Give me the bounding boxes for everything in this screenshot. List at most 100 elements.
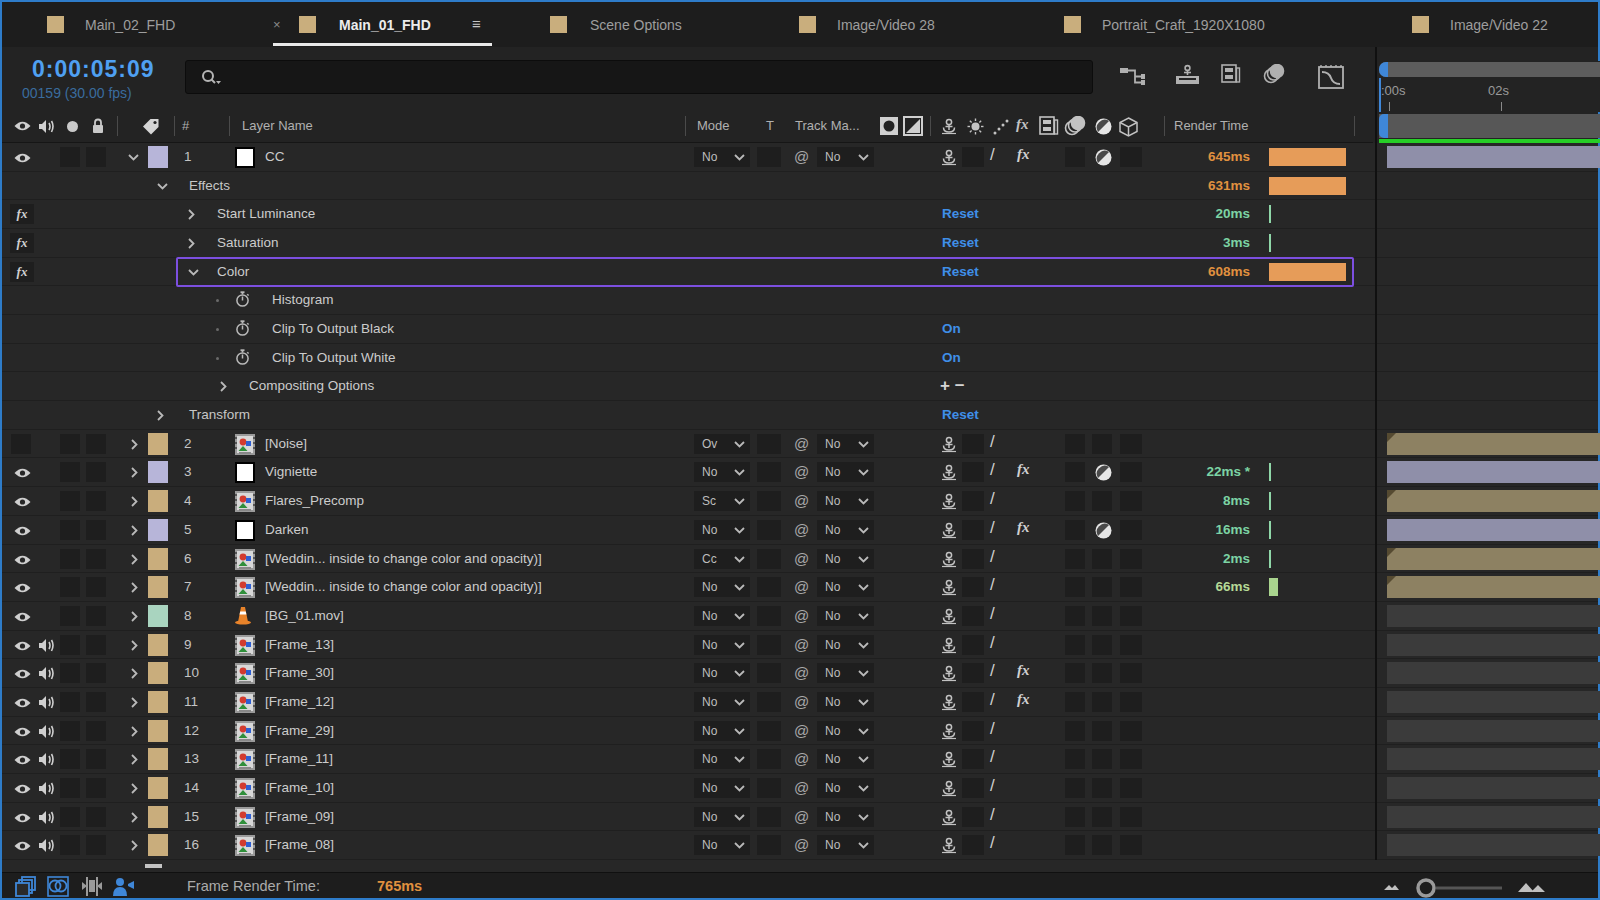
shy-icon[interactable] [940,693,958,711]
quality-switch[interactable]: / [990,547,995,567]
chevron-down-icon[interactable] [858,814,869,821]
chevron-right-icon[interactable] [188,238,195,249]
eye-icon[interactable] [13,726,32,738]
stopwatch[interactable] [235,320,250,337]
layer-duration-bar[interactable] [1387,519,1600,541]
eye-icon[interactable] [13,467,32,479]
mode-dropdown[interactable]: No [694,835,750,855]
shy-switch[interactable] [940,750,958,768]
stopwatch[interactable] [235,349,250,366]
track-matte-dropdown[interactable]: No [817,434,874,454]
playhead[interactable] [1379,78,1381,112]
chevron-right-icon[interactable] [131,611,138,622]
layer-row[interactable]: 9 [Frame_13]No@No/ [2,631,1598,660]
label-color-swatch[interactable] [148,433,168,455]
column-track-matte[interactable]: Track Ma... [795,118,860,133]
track-matte-dropdown[interactable]: No [817,606,874,626]
chevron-down-icon[interactable] [734,642,745,649]
layer-duration-bar[interactable] [1387,146,1600,168]
chevron-down-icon[interactable] [858,469,869,476]
track-matte-pickwhip-icon[interactable]: @ [794,722,809,739]
solo-header-icon[interactable] [966,117,985,136]
shy-switch[interactable] [940,607,958,625]
chevron-right-icon[interactable] [131,496,138,507]
shy-switch[interactable] [940,463,958,481]
quality-switch[interactable]: / [990,776,995,796]
layer-row[interactable]: 10 [Frame_30]No@No/fx [2,659,1598,688]
shy-switch[interactable] [940,550,958,568]
label-color-swatch[interactable] [148,662,168,684]
shy-switch[interactable] [940,808,958,826]
mask-icon[interactable] [879,116,899,136]
shy-icon[interactable] [940,463,958,481]
layer-row[interactable]: 1CCNo@No/fx645ms [2,143,1598,172]
adjustment-switch[interactable] [1094,463,1113,482]
label-color-swatch[interactable] [148,691,168,713]
shy-switch[interactable] [940,492,958,510]
mode-dropdown[interactable]: No [694,635,750,655]
label-color-swatch[interactable] [148,806,168,828]
chevron-down-icon[interactable] [734,756,745,763]
track-matte-dropdown[interactable]: No [817,721,874,741]
time-navigator[interactable] [1379,61,1600,78]
shy-switch[interactable] [940,836,958,854]
solo-icon[interactable] [67,121,78,132]
chevron-down-icon[interactable] [734,785,745,792]
layer-row[interactable]: 11 [Frame_12]No@No/fx [2,688,1598,717]
track-matte-pickwhip-icon[interactable]: @ [794,836,809,853]
motion-blur-icon[interactable] [1064,116,1088,137]
mode-dropdown[interactable]: No [694,577,750,597]
property-row[interactable]: Clip To Output WhiteOn [2,344,1598,373]
work-area-bar[interactable] [1379,114,1600,138]
adjustment-layer-icon[interactable] [1094,148,1113,167]
group-row[interactable]: Effects631ms [2,172,1598,201]
track-matte-dropdown[interactable]: No [817,749,874,769]
track-matte-pickwhip-icon[interactable]: @ [794,607,809,624]
adjustment-layer-icon[interactable] [1094,117,1113,136]
tab-0[interactable]: Main_02_FHD [85,17,175,33]
layer-row[interactable]: 16 [Frame_08]No@No/ [2,831,1598,860]
eye-icon[interactable] [13,840,32,852]
in-out-panel-icon[interactable] [81,875,103,898]
layer-row[interactable]: 3VignietteNo@No/fx22ms * [2,458,1598,487]
compositing-add-remove[interactable]: + − [940,376,965,396]
track-matte-dropdown[interactable]: No [817,635,874,655]
shy-switch[interactable] [940,779,958,797]
chevron-down-icon[interactable] [128,154,139,161]
shy-switch[interactable] [940,435,958,453]
property-row[interactable]: Clip To Output BlackOn [2,315,1598,344]
layer-row[interactable]: 15 [Frame_09]No@No/ [2,803,1598,832]
chevron-down-icon[interactable] [858,498,869,505]
mode-dropdown[interactable]: Cc [694,549,750,569]
frame-blend-icon[interactable] [1038,116,1059,137]
chevron-down-icon[interactable] [734,556,745,563]
mode-dropdown[interactable]: No [694,520,750,540]
layer-row[interactable]: 8 [BG_01.mov]No@No/ [2,602,1598,631]
track-matte-pickwhip-icon[interactable]: @ [794,693,809,710]
quality-switch[interactable]: / [990,833,995,853]
eye-icon[interactable] [13,152,32,164]
frame-blend-icon[interactable] [1220,64,1241,85]
eye-icon[interactable] [13,697,32,709]
property-value[interactable]: Reset [942,206,979,221]
track-matte-pickwhip-icon[interactable]: @ [794,463,809,480]
tab-2[interactable]: Scene Options [590,17,682,33]
quality-switch[interactable]: / [990,489,995,509]
adjustment-layer-icon[interactable] [1094,463,1113,482]
layer-duration-bar[interactable] [1387,834,1600,856]
mode-dropdown[interactable]: No [694,721,750,741]
av-features-icon[interactable] [110,875,136,898]
track-matte-pickwhip-icon[interactable]: @ [794,779,809,796]
effect-row[interactable]: fxStart LuminanceReset20ms [2,200,1598,229]
group-row[interactable]: TransformReset [2,401,1598,430]
quality-switch[interactable]: / [990,432,995,452]
layer-duration-bar[interactable] [1387,548,1600,570]
property-value[interactable]: On [942,350,961,365]
layer-duration-bar[interactable] [1387,490,1600,512]
chevron-right-icon[interactable] [131,840,138,851]
chevron-down-icon[interactable] [734,670,745,677]
chevron-down-icon[interactable] [858,527,869,534]
shy-switch[interactable] [940,722,958,740]
track-matte-pickwhip-icon[interactable]: @ [794,148,809,165]
layer-duration-bar[interactable] [1387,806,1600,828]
